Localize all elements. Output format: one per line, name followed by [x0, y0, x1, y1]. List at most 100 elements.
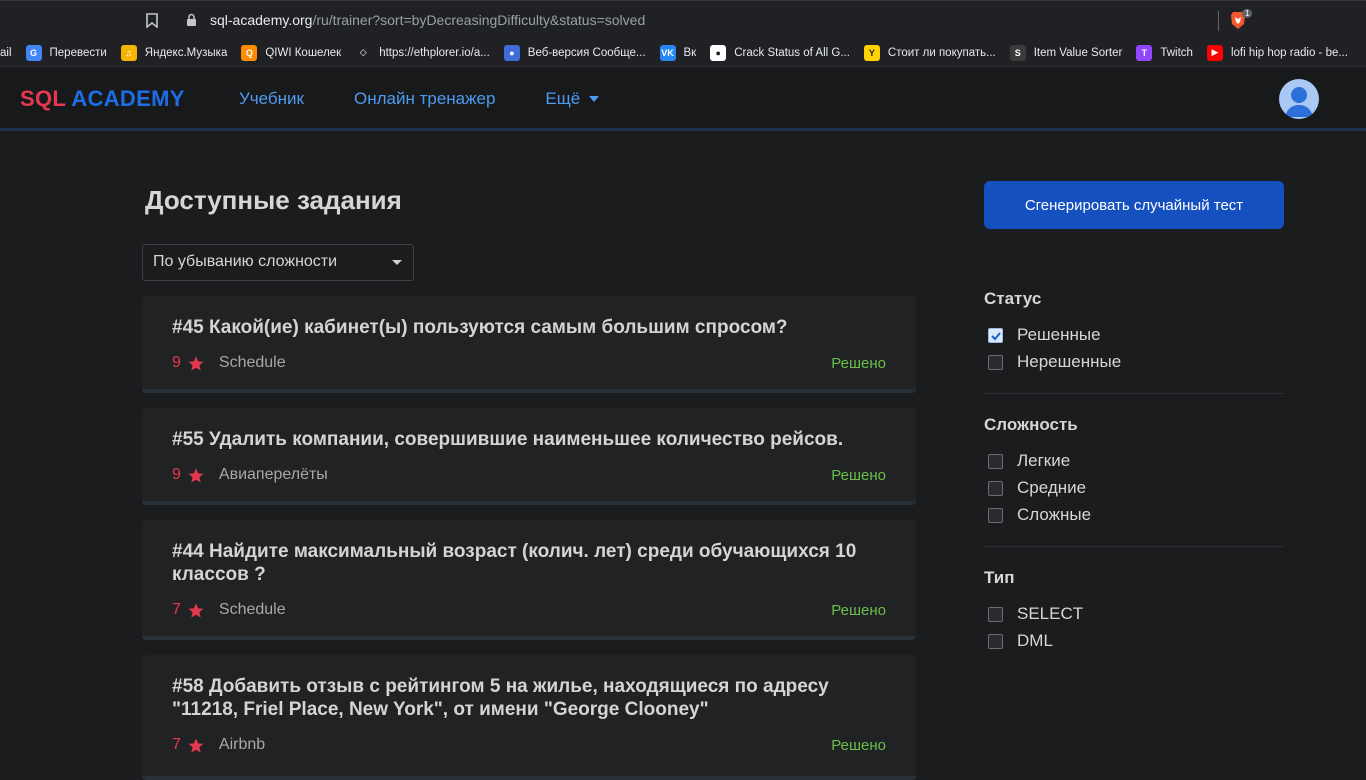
checkbox[interactable]	[988, 453, 1003, 469]
task-database: Авиаперелёты	[218, 466, 328, 483]
task-meta: 7 Schedule	[172, 601, 286, 619]
star-icon	[188, 737, 204, 753]
task-title[interactable]: #44 Найдите максимальный возраст (колич.…	[172, 540, 872, 586]
task-title[interactable]: #58 Добавить отзыв с рейтингом 5 на жиль…	[172, 675, 872, 721]
main-nav: Учебник Онлайн тренажер Ещё	[239, 89, 649, 109]
bookmark-favicon-icon: ▶	[1206, 44, 1223, 61]
bookmark-favicon-icon: Q	[241, 44, 258, 61]
bookmark-item[interactable]: G Перевести	[25, 44, 107, 61]
checkbox[interactable]	[988, 480, 1003, 496]
bookmark-item[interactable]: ail	[0, 47, 12, 59]
bookmark-item[interactable]: ● Веб-версия Сообще...	[503, 44, 646, 61]
star-icon	[188, 355, 204, 371]
generate-random-test-button[interactable]: Сгенерировать случайный тест	[984, 181, 1284, 229]
task-title[interactable]: #45 Какой(ие) кабинет(ы) пользуются самы…	[172, 316, 872, 339]
filter-select-checkbox[interactable]: SELECT	[988, 604, 1083, 624]
task-database: Airbnb	[218, 736, 266, 753]
bookmark-favicon-icon: ◇	[355, 44, 372, 61]
bookmark-item[interactable]: ♫ Яндекс.Музыка	[120, 44, 228, 61]
filter-status-heading: Статус	[984, 289, 1042, 308]
user-avatar[interactable]	[1279, 79, 1319, 119]
bookmark-label: https://ethplorer.io/a...	[379, 46, 490, 59]
task-meta: 9 Schedule	[172, 354, 286, 372]
bookmark-label: lofi hip hop radio - be...	[1230, 46, 1348, 59]
task-status: Решено	[831, 355, 886, 372]
divider	[984, 393, 1284, 394]
browser-url-bar: sql-academy.org/ru/trainer?sort=byDecrea…	[0, 0, 1366, 39]
bookmark-label: Перевести	[49, 46, 107, 59]
task-status: Решено	[831, 602, 886, 619]
chevron-down-icon	[589, 96, 600, 102]
checkbox[interactable]	[988, 633, 1003, 649]
bookmark-label: ail	[0, 46, 12, 59]
bookmark-item[interactable]: Q QIWI Кошелек	[241, 44, 342, 61]
bookmark-favicon-icon: Y	[863, 44, 880, 61]
bookmark-label: Стоит ли покупать...	[887, 46, 996, 59]
nav-trainer-link[interactable]: Онлайн тренажер	[354, 89, 495, 109]
task-card[interactable]: #44 Найдите максимальный возраст (колич.…	[142, 520, 916, 640]
filter-solved-checkbox[interactable]: Решенные	[988, 325, 1101, 345]
nav-more-dropdown[interactable]: Ещё	[545, 89, 600, 109]
bookmark-label: Яндекс.Музыка	[144, 46, 228, 59]
page-title: Доступные задания	[145, 185, 402, 215]
task-title[interactable]: #55 Удалить компании, совершившие наимен…	[172, 428, 872, 451]
filter-medium-checkbox[interactable]: Средние	[988, 478, 1086, 498]
main-content: Доступные задания По убыванию сложности …	[0, 131, 1366, 780]
check-icon	[991, 331, 1001, 340]
bookmark-item[interactable]: VK Вк	[659, 44, 697, 61]
checkbox-checked[interactable]	[988, 327, 1003, 343]
bookmark-label: Item Value Sorter	[1033, 46, 1123, 59]
bookmark-item[interactable]: Y Стоит ли покупать...	[863, 44, 996, 61]
task-card[interactable]: #58 Добавить отзыв с рейтингом 5 на жиль…	[142, 655, 916, 780]
task-database: Schedule	[218, 354, 286, 371]
bookmark-label: QIWI Кошелек	[265, 46, 342, 59]
checkbox[interactable]	[988, 507, 1003, 523]
site-header: SQL ACADEMY Учебник Онлайн тренажер Ещё	[0, 67, 1366, 131]
bookmark-item[interactable]: ▶ lofi hip hop radio - be...	[1206, 44, 1348, 61]
task-database: Schedule	[218, 601, 286, 618]
filter-hard-checkbox[interactable]: Сложные	[988, 505, 1091, 525]
filter-unsolved-checkbox[interactable]: Нерешенные	[988, 352, 1121, 372]
checkbox[interactable]	[988, 354, 1003, 370]
lock-icon[interactable]	[186, 13, 197, 27]
task-difficulty: 7	[172, 736, 181, 753]
bookmarks-bar: ail G Перевести ♫ Яндекс.Музыка Q QIWI Кошелек…	[0, 39, 1366, 67]
nav-tutorial-link[interactable]: Учебник	[239, 89, 304, 109]
filter-dml-checkbox[interactable]: DML	[988, 631, 1053, 651]
chevron-down-icon	[392, 260, 402, 265]
bookmark-label: Twitch	[1160, 46, 1193, 59]
task-card[interactable]: #55 Удалить компании, совершившие наимен…	[142, 408, 916, 505]
checkbox[interactable]	[988, 606, 1003, 622]
star-icon	[188, 467, 204, 483]
filter-type-heading: Тип	[984, 568, 1015, 587]
bookmark-favicon-icon: T	[1136, 44, 1153, 61]
bookmark-favicon-icon: S	[1009, 44, 1026, 61]
bookmark-label: Crack Status of All G...	[734, 46, 850, 59]
task-difficulty: 7	[172, 601, 181, 618]
task-status: Решено	[831, 737, 886, 754]
extension-badge: 1	[1242, 9, 1253, 18]
bookmark-favicon-icon: ●	[710, 44, 727, 61]
bookmark-item[interactable]: ● Crack Status of All G...	[710, 44, 850, 61]
site-logo[interactable]: SQL ACADEMY	[20, 86, 185, 112]
filter-easy-checkbox[interactable]: Легкие	[988, 451, 1070, 471]
filter-difficulty-heading: Сложность	[984, 415, 1078, 434]
address-input[interactable]: sql-academy.org/ru/trainer?sort=byDecrea…	[210, 12, 645, 28]
bookmark-label: Вк	[683, 46, 697, 59]
sort-select[interactable]: По убыванию сложности	[142, 244, 414, 281]
task-status: Решено	[831, 467, 886, 484]
bookmark-favicon-icon: G	[25, 44, 42, 61]
task-meta: 7 Airbnb	[172, 736, 265, 754]
star-icon	[188, 602, 204, 618]
task-difficulty: 9	[172, 466, 181, 483]
bookmark-favicon-icon: ♫	[120, 44, 137, 61]
bookmark-favicon-icon: ●	[503, 44, 520, 61]
bookmark-page-icon[interactable]	[146, 13, 158, 28]
bookmark-item[interactable]: S Item Value Sorter	[1009, 44, 1123, 61]
bookmark-favicon-icon: VK	[659, 44, 676, 61]
task-card[interactable]: #45 Какой(ие) кабинет(ы) пользуются самы…	[142, 296, 916, 393]
bookmark-item[interactable]: T Twitch	[1136, 44, 1193, 61]
toolbar-separator	[1218, 11, 1219, 31]
bookmark-item[interactable]: ◇ https://ethplorer.io/a...	[355, 44, 490, 61]
bookmark-label: Веб-версия Сообще...	[527, 46, 646, 59]
